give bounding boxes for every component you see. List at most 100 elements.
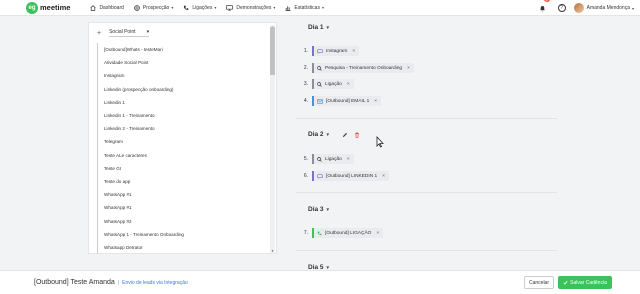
cancel-button[interactable]: Cancelar (524, 276, 554, 289)
list-item[interactable]: Linkedin 2 - Treinamento (97, 122, 269, 136)
save-cadence-button[interactable]: Salvar Cadência (558, 276, 612, 289)
step-row: 7. [Outbound] LIGAÇÃO × (296, 228, 384, 238)
nav-ligacoes-label: Ligações (192, 4, 213, 11)
remove-step-button[interactable]: × (374, 99, 377, 104)
chevron-down-icon: ▾ (321, 5, 324, 10)
header-tools: 1 ? Amanda Mendonça ▾ (539, 0, 634, 16)
day-title: Dia 1 (308, 24, 324, 31)
day-2-tools (342, 132, 360, 138)
activity-list: [Outbound]Whats - testeMari Atividade So… (97, 43, 269, 254)
remove-step-button[interactable]: × (352, 49, 355, 54)
compass-icon (134, 4, 140, 11)
list-item[interactable]: Linkedin (prospecção onboarding) (97, 82, 269, 96)
nav-demonstracoes-label: Demonstrações (236, 4, 272, 11)
step-label: Ligação (325, 81, 342, 87)
step-row: 3. Ligação × (296, 79, 354, 89)
day-title: Dia 2 (308, 131, 324, 138)
step-label: Pesquisa - Treinamento Onboarding (325, 65, 403, 71)
step-chip[interactable]: Ligação × (312, 79, 354, 89)
avatar[interactable] (573, 3, 584, 13)
scrollbar[interactable]: ▲ ▼ (270, 25, 275, 253)
step-number: 1. (303, 48, 308, 54)
list-item[interactable]: Atividade Social Point (97, 56, 269, 70)
remove-step-button[interactable]: × (407, 66, 410, 71)
step-label: Ligação (325, 156, 342, 162)
list-item[interactable]: Instagram (97, 69, 269, 83)
logo-mark: eg (26, 1, 38, 14)
day-divider (296, 118, 557, 119)
home-icon (90, 4, 97, 11)
nav-ligacoes[interactable]: Ligações ▾ (183, 5, 216, 11)
chat-icon (317, 173, 323, 179)
list-item[interactable]: WhatsApp #2 (97, 214, 269, 228)
step-number: 3. (303, 81, 308, 87)
remove-step-button[interactable]: × (347, 82, 350, 87)
logo-text: meetime (40, 3, 71, 12)
step-number: 7. (303, 230, 308, 236)
step-row: 6. [Outbound] LINKEDIN 1 × (296, 171, 390, 181)
chat-icon (317, 48, 323, 54)
list-item[interactable]: Teste GI (97, 161, 269, 175)
day-divider (296, 250, 557, 251)
chevron-down-icon: ▾ (326, 206, 330, 213)
day-1-header[interactable]: Dia 1 ▾ (308, 24, 329, 31)
list-item[interactable]: Linkedin 1 - Treinamento (97, 108, 269, 123)
edit-pencil-icon[interactable] (342, 132, 348, 138)
monitor-icon (226, 4, 234, 11)
nav-demonstracoes[interactable]: Demonstrações ▾ (226, 5, 275, 11)
meetime-logo[interactable]: eg meetime (26, 1, 71, 14)
step-number: 2. (303, 65, 308, 71)
trash-icon[interactable] (354, 132, 360, 138)
list-item[interactable]: WhatsApp #1 (97, 201, 269, 215)
footer-separator: | (117, 279, 120, 286)
day-2-header[interactable]: Dia 2 ▾ (308, 131, 329, 138)
phone-icon (317, 231, 322, 235)
chevron-down-icon: ▾ (214, 5, 217, 10)
notifications-button[interactable]: 1 (539, 0, 550, 17)
list-item[interactable]: WhatsApp #1 (97, 188, 269, 202)
lead-integration-link[interactable]: Envio de leads via Integração (122, 280, 188, 286)
list-item[interactable]: [Outbound]Whats - testeMari (97, 43, 269, 57)
nav-dashboard[interactable]: Dashboard (90, 4, 124, 11)
nav-dashboard-label: Dashboard (99, 4, 124, 11)
cadence-title: [Outbound] Teste Amanda (34, 279, 115, 286)
remove-step-button[interactable]: × (347, 157, 350, 162)
step-label: [Outbound] LINKEDIN 1 (326, 173, 378, 179)
user-name[interactable]: Amanda Mendonça (587, 5, 630, 11)
bell-icon (540, 6, 545, 12)
step-chip[interactable]: Pesquisa - Treinamento Onboarding × (312, 63, 414, 73)
step-number: 5. (303, 156, 308, 162)
step-row: 4. [Outbound] EMAIL 1 × (296, 96, 382, 106)
step-chip[interactable]: [Outbound] LIGAÇÃO × (312, 228, 384, 238)
help-button[interactable]: ? (557, 4, 566, 12)
email-icon (317, 98, 323, 104)
scrollbar-thumb[interactable] (270, 27, 275, 75)
list-item[interactable]: Teste do app (97, 174, 269, 189)
nav-prospeccao[interactable]: Prospecção ▾ (134, 5, 173, 11)
channel-selector-row: + Social Point ▾ (89, 23, 276, 43)
step-label: Instagram (326, 48, 348, 54)
chevron-down-icon: ▾ (326, 131, 330, 138)
step-chip[interactable]: [Outbound] LINKEDIN 1 × (312, 171, 390, 181)
activity-library-panel: + Social Point ▾ [Outbound]Whats - teste… (88, 22, 277, 254)
list-item[interactable]: Linkedin 1 (97, 95, 269, 109)
notification-badge: 1 (543, 0, 550, 2)
scroll-down-icon[interactable]: ▼ (270, 249, 275, 253)
channel-select[interactable]: Social Point ▾ (109, 29, 150, 37)
list-item[interactable]: Telegram (97, 135, 269, 149)
chevron-down-icon[interactable]: ▾ (632, 6, 634, 11)
add-activity-button[interactable]: + (97, 30, 101, 37)
nav-estatisticas-label: Estatísticas (294, 4, 320, 11)
day-3-header[interactable]: Dia 3 ▾ (308, 206, 329, 213)
remove-step-button[interactable]: × (376, 231, 379, 236)
nav-estatisticas[interactable]: Estatísticas ▾ (285, 5, 324, 11)
step-chip[interactable]: Ligação × (312, 154, 354, 164)
list-item[interactable]: Teste ALe caracteres (97, 148, 269, 162)
cadence-footer: [Outbound] Teste Amanda | Envio de leads… (0, 270, 640, 294)
list-item[interactable]: Whatsapp Detrator (97, 240, 269, 254)
step-chip[interactable]: [Outbound] EMAIL 1 × (312, 96, 382, 106)
remove-step-button[interactable]: × (382, 174, 385, 179)
list-item[interactable]: WhatsApp 1 - Treinamento Onboarding (97, 227, 269, 241)
day-title: Dia 3 (308, 206, 324, 213)
step-chip[interactable]: Instagram × (312, 46, 360, 56)
